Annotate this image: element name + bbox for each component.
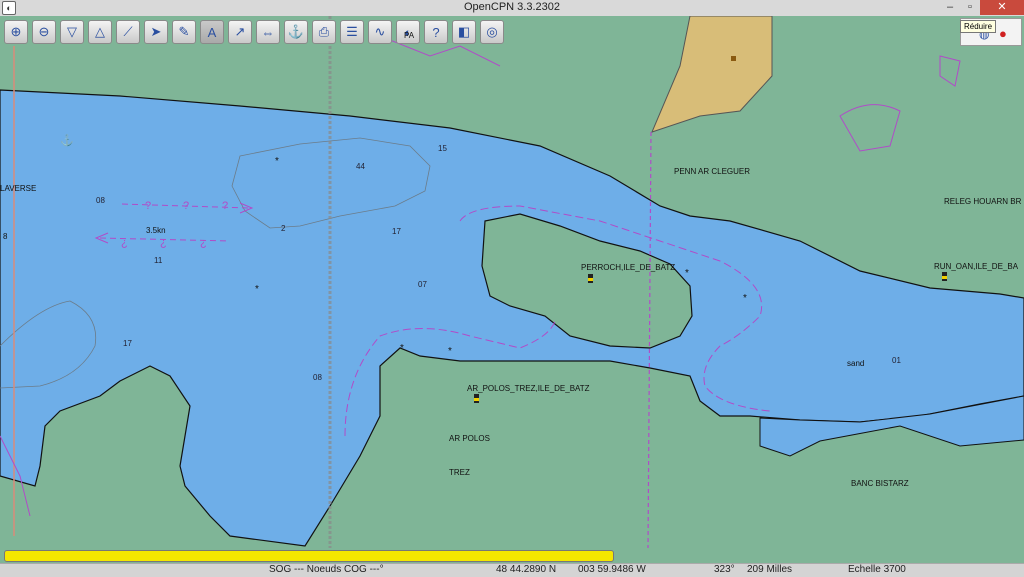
sand-marker (731, 56, 736, 61)
label-releg-houarn: RELEG HOUARN BR (944, 197, 1022, 206)
anchor-button[interactable]: ⚓ (284, 20, 308, 44)
print-icon: ⎙ (318, 24, 330, 39)
svg-text:?: ? (183, 200, 189, 212)
close-button[interactable]: ✕ (980, 0, 1024, 15)
svg-text:*: * (400, 343, 404, 354)
mob-button[interactable]: ◎ (480, 20, 504, 44)
sounding: 11 (154, 256, 163, 265)
settings-button[interactable]: ✎ (172, 20, 196, 44)
sounding: 44 (356, 162, 365, 171)
scale-down-button[interactable]: ▽ (60, 20, 84, 44)
label-penn-ar-cleguer: PENN AR CLEGUER (674, 167, 751, 176)
status-bar: SOG --- Noeuds COG ---° 48 44.2890 N 003… (0, 563, 1024, 577)
follow-icon: ➤ (150, 24, 162, 39)
ais-button[interactable]: ◧ (452, 20, 476, 44)
settings-icon: ✎ (178, 24, 190, 39)
zoom-in-button[interactable]: ⊕ (4, 20, 28, 44)
follow-button[interactable]: ➤ (144, 20, 168, 44)
anchor-icon: ⚓ (287, 24, 305, 39)
chart-canvas[interactable]: ? ? ? ¿ ¿ ¿ * * * * * * ⚓ LAVERSE 8 PENN… (0, 16, 1024, 548)
mob-icon: ◎ (486, 24, 498, 39)
scale-up-button[interactable]: △ (88, 20, 112, 44)
track-icon: ∿ (374, 24, 386, 39)
sounding: 08 (313, 373, 322, 382)
sounding: 17 (123, 339, 132, 348)
scale-up-icon: △ (95, 24, 105, 39)
label-sand: sand (847, 359, 865, 368)
current-button[interactable]: ↗ (228, 20, 252, 44)
bearing-readout: 323° (714, 564, 735, 575)
label-left-edge: 8 (3, 232, 8, 241)
rock-mark: * (275, 156, 279, 167)
tooltip: Réduire (960, 20, 997, 33)
help-button[interactable]: ? (424, 20, 448, 44)
chart-drawing: ? ? ? ¿ ¿ ¿ * * * * * * ⚓ (0, 16, 1024, 548)
progress-bar (4, 550, 614, 562)
route-button[interactable]: ⟋ (116, 20, 140, 44)
svg-text:*: * (743, 293, 747, 304)
zoom-out-button[interactable]: ⊖ (32, 20, 56, 44)
text-button[interactable]: A (200, 20, 224, 44)
sog-cog-readout: SOG --- Noeuds COG ---° (269, 564, 384, 575)
tide-icon: ⇔ (261, 24, 275, 40)
minimize-button[interactable]: – (940, 0, 960, 15)
zoom-in-icon: ⊕ (10, 24, 22, 39)
window-title: OpenCPN 3.3.2302 (463, 1, 560, 13)
text-icon: A (207, 24, 217, 40)
scale-down-icon: ▽ (67, 24, 77, 39)
route-manager-icon: ☰ (346, 24, 358, 39)
latitude-readout: 48 44.2890 N (496, 564, 557, 575)
sounding: 01 (892, 356, 901, 365)
sounding: 17 (392, 227, 401, 236)
anchorage-symbol: ⚓ (60, 134, 74, 147)
zoom-out-icon: ⊖ (38, 24, 50, 39)
svg-text:?: ? (222, 200, 228, 212)
svg-text:*: * (448, 346, 452, 357)
svg-text:*: * (255, 284, 259, 295)
print-button[interactable]: ⎙ (312, 20, 336, 44)
svg-text:¿: ¿ (160, 237, 167, 249)
distance-readout: 209 Milles (747, 564, 793, 575)
label-current-speed: 3.5kn (146, 226, 166, 235)
label-ar-polos-trez: AR_POLOS_TREZ,ILE_DE_BATZ (467, 384, 590, 393)
label-banc-bistarz: BANC BISTARZ (851, 479, 909, 488)
longitude-readout: 003 59.9486 W (578, 564, 646, 575)
maximize-button[interactable]: ▫ (960, 0, 980, 15)
label-ar-polos: AR POLOS (449, 434, 490, 443)
route-manager-button[interactable]: ☰ (340, 20, 364, 44)
label-trez: TREZ (449, 468, 470, 477)
current-icon: ↗ (234, 24, 246, 39)
record-icon: ● (999, 26, 1007, 41)
label-laverse: LAVERSE (0, 184, 37, 193)
svg-text:*: * (685, 268, 689, 279)
label-run-oan: RUN_OAN,ILE_DE_BA (934, 262, 1019, 271)
ais-icon: ◧ (457, 24, 471, 39)
sounding: 07 (418, 280, 427, 289)
label-perroch: PERROCH,ILE_DE_BATZ (581, 263, 676, 272)
tide-button[interactable]: ⇔ (256, 20, 280, 44)
scale-readout: Echelle 3700 (848, 564, 906, 575)
route-icon: ⟋ (123, 24, 133, 39)
svg-text:¿: ¿ (121, 237, 128, 249)
title-bar: ◐ OpenCPN 3.3.2302 – ▫ ✕ (0, 0, 1024, 17)
toolbar-overflow-label: PA (404, 31, 415, 40)
help-icon: ? (432, 24, 440, 40)
svg-text:¿: ¿ (200, 237, 207, 249)
main-toolbar: ⊕ ⊖ ▽ △ ⟋ ➤ ✎ A ↗ ⇔ ⚓ ⎙ ☰ ∿ ◐? ◧ ◎ (4, 20, 504, 46)
sounding: 08 (96, 196, 105, 205)
sounding: 2 (281, 224, 286, 233)
svg-text:?: ? (145, 200, 151, 212)
track-button[interactable]: ∿ (368, 20, 392, 44)
sounding: 15 (438, 144, 447, 153)
